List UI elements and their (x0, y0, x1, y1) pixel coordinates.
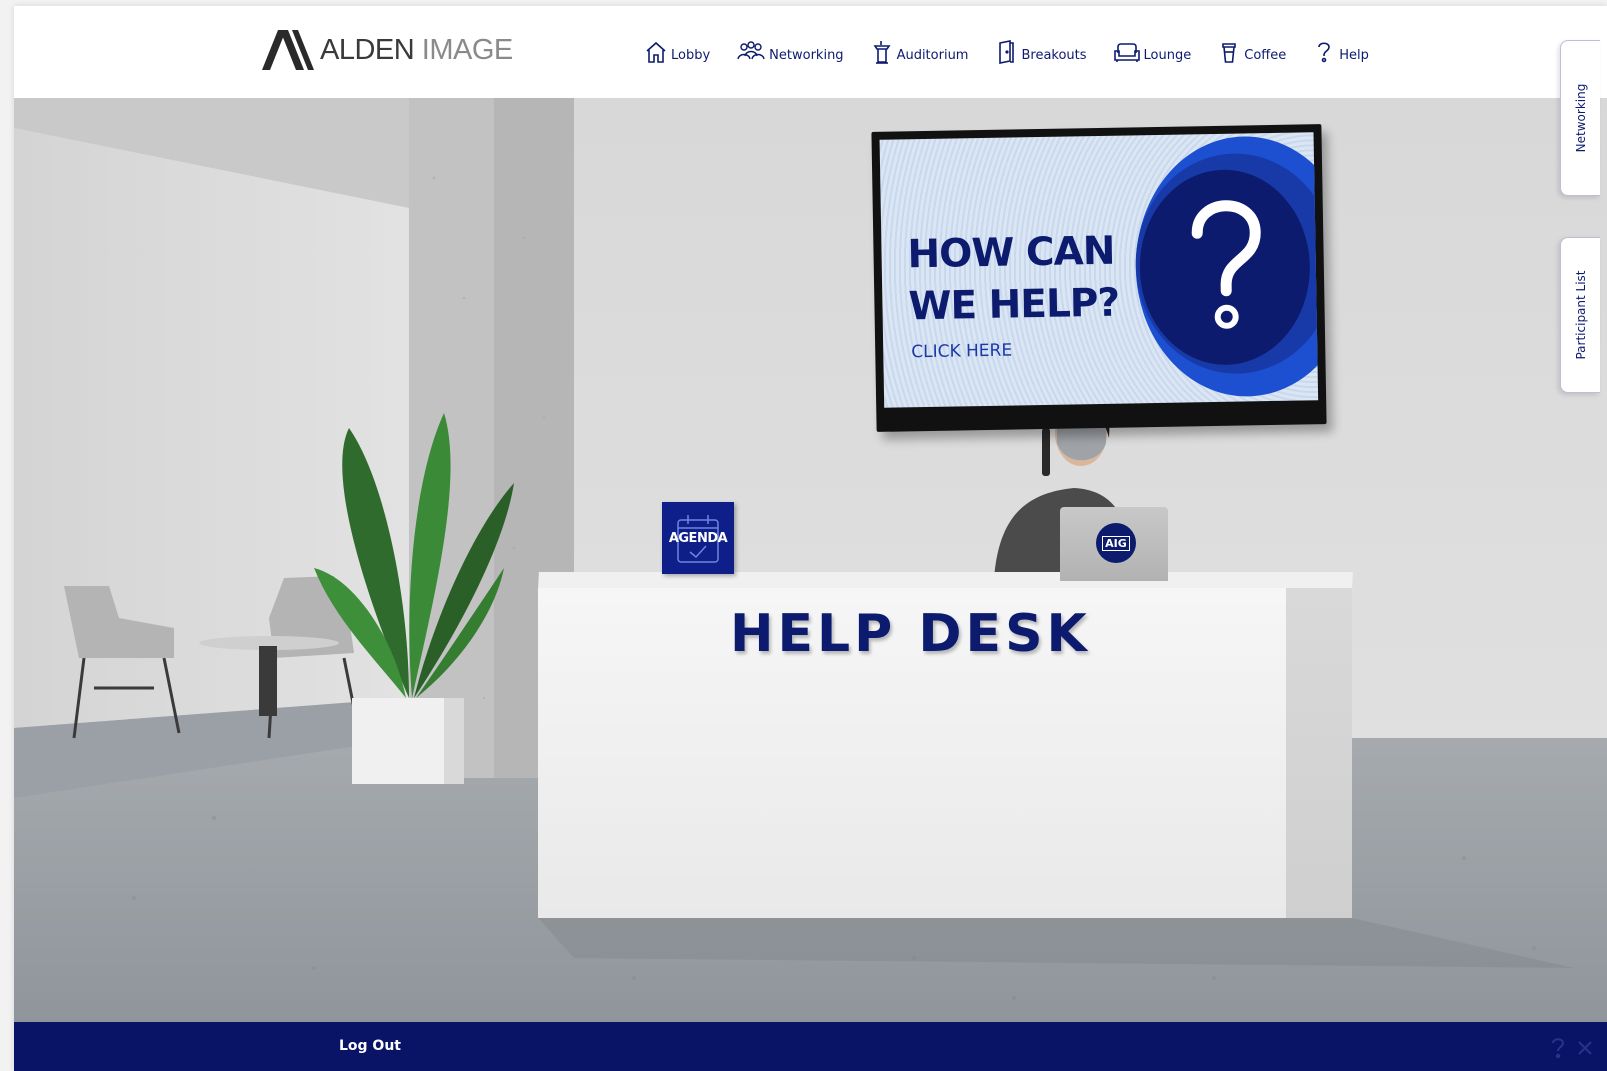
nav-item-breakouts[interactable]: Breakouts (994, 39, 1087, 65)
nav-item-coffee[interactable]: Coffee (1217, 39, 1286, 65)
nav-label: Lobby (671, 48, 711, 63)
side-tab-networking[interactable]: Networking (1560, 40, 1600, 196)
question-mark-icon (1191, 200, 1261, 329)
app-window: ALDEN IMAGE Lobby Networking Auditorium … (14, 6, 1607, 1071)
nav-label: Coffee (1244, 48, 1287, 63)
coffee-cup-icon (1222, 43, 1237, 63)
main-nav: Lobby Networking Auditorium Breakouts Lo… (644, 39, 1395, 65)
nav-item-lobby[interactable]: Lobby (644, 39, 710, 65)
top-header: ALDEN IMAGE Lobby Networking Auditorium … (14, 6, 1607, 98)
nav-item-networking[interactable]: Networking (736, 39, 844, 65)
help-screen[interactable]: HOW CAN WE HELP? CLICK HERE (871, 124, 1327, 432)
agenda-sign[interactable]: AGENDA (662, 502, 734, 574)
sofa-icon (1113, 43, 1140, 62)
nav-label: Networking (769, 48, 844, 63)
brand-logo[interactable]: ALDEN IMAGE (262, 30, 513, 70)
side-tab-label: Participant List (1573, 270, 1588, 360)
help-desk-scene: HOW CAN WE HELP? CLICK HERE HELP DESK AI… (14, 98, 1607, 1024)
people-icon (737, 41, 765, 60)
brand-name-bold: ALDEN (320, 33, 415, 66)
laptop-logo-text: AIG (1102, 535, 1130, 551)
help-desk-label: HELP DESK (730, 604, 1091, 664)
nav-label: Help (1339, 48, 1369, 63)
nav-item-help[interactable]: Help (1312, 39, 1369, 65)
laptop: AIG (1060, 507, 1168, 581)
bottom-bar: Log Out (14, 1022, 1607, 1071)
help-screen-heading: HOW CAN WE HELP? (907, 226, 1119, 334)
door-icon (999, 40, 1015, 64)
nav-item-auditorium[interactable]: Auditorium (870, 39, 969, 65)
brand-name-light: IMAGE (421, 33, 513, 66)
help-screen-display: HOW CAN WE HELP? CLICK HERE (879, 132, 1319, 408)
side-tab-participant-list[interactable]: Participant List (1560, 237, 1600, 393)
home-icon (646, 41, 666, 63)
brand-name: ALDEN IMAGE (320, 34, 513, 67)
laptop-logo: AIG (1096, 523, 1136, 563)
nav-item-lounge[interactable]: Lounge (1113, 39, 1192, 65)
podium-icon (873, 41, 891, 64)
nav-label: Breakouts (1021, 48, 1087, 63)
click-here-link[interactable]: CLICK HERE (911, 341, 1012, 363)
nav-label: Auditorium (896, 48, 969, 63)
side-tab-label: Networking (1573, 83, 1588, 153)
heading-line: WE HELP? (908, 280, 1120, 330)
logout-button[interactable]: Log Out (339, 1038, 401, 1054)
nav-label: Lounge (1143, 48, 1192, 63)
agenda-label: AGENDA (668, 531, 728, 546)
logo-mark-icon (262, 30, 314, 70)
desk-side (1286, 588, 1352, 918)
heading-line: HOW CAN (907, 228, 1115, 278)
question-icon (1318, 42, 1331, 63)
help-close-icons[interactable] (1543, 1036, 1603, 1060)
